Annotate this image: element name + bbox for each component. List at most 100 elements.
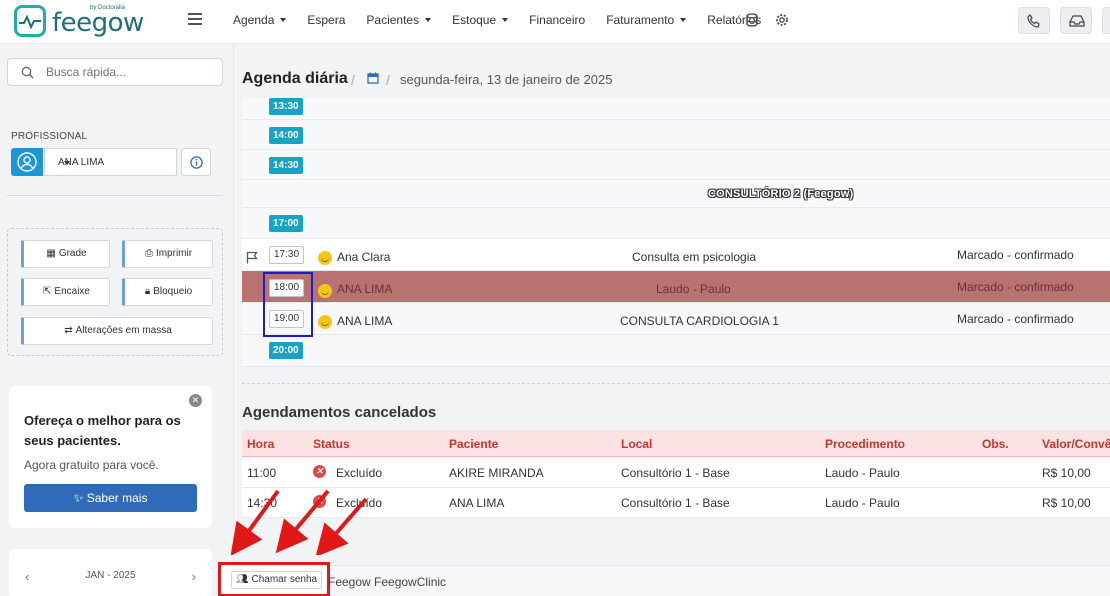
patient-name[interactable]: ANA LIMA — [337, 282, 392, 296]
chevron-down-icon — [64, 161, 70, 165]
time-slot-badge[interactable]: 20:00 — [269, 342, 303, 359]
slot-row[interactable]: 14:00 — [242, 120, 1110, 150]
annotation-arrows — [230, 489, 368, 555]
x-circle-icon: ✕ — [313, 465, 326, 478]
inbox-button[interactable] — [1060, 7, 1092, 34]
procedure-name: Consulta em psicologia — [632, 250, 757, 264]
chevron-down-icon — [680, 18, 687, 22]
saber-mais-button[interactable]: ✨︎ Saber mais — [24, 484, 197, 512]
chevron-down-icon — [425, 18, 432, 22]
search-icon — [21, 66, 34, 79]
cell-paciente[interactable]: ANA LIMA — [449, 496, 504, 510]
slot-row[interactable]: 13:30 — [242, 98, 1110, 120]
patient-name[interactable]: ANA LIMA — [337, 314, 392, 328]
time-slot-badge[interactable]: 13:30 — [269, 98, 303, 115]
annotation-red-box: 👥︎ Chamar senha — [218, 562, 330, 596]
section-divider — [242, 383, 1110, 384]
sidebar-divider — [7, 195, 223, 196]
profissional-label: PROFISSIONAL — [11, 131, 88, 142]
cancelled-title: Agendamentos cancelados — [242, 404, 437, 421]
magic-wand-icon: ✨︎ — [73, 491, 87, 505]
top-navbar: by Doctoralia feegow Agenda Espera Pacie… — [0, 0, 1110, 44]
consultorio-row — [242, 180, 1110, 208]
grade-button[interactable]: ▦ Grade — [21, 240, 110, 268]
promo-title: Ofereça o melhor para os seus pacientes. — [24, 413, 181, 448]
agenda-grid: 13:30 14:00 14:30 17:00 17:30 Ana Clara … — [242, 98, 1110, 384]
cell-paciente[interactable]: AKIRE MIRANDA — [449, 466, 544, 480]
nav-estoque[interactable]: Estoque — [452, 13, 509, 27]
swap-icon: ⇄ — [64, 325, 73, 336]
quick-search[interactable] — [7, 58, 223, 86]
appointment-row[interactable]: 17:30 Ana Clara Consulta em psicologia M… — [242, 239, 1110, 271]
column-header: Procedimento — [825, 437, 906, 451]
smiley-icon — [318, 315, 332, 329]
cell-local: Consultório 1 - Base — [621, 496, 730, 510]
encaixe-button[interactable]: ⇱ Encaixe — [21, 278, 110, 306]
mini-calendar: ‹ JAN - 2025 › — [9, 549, 212, 596]
logo-text: feegow — [52, 8, 144, 38]
calendar-month: JAN - 2025 — [85, 570, 136, 581]
cell-procedimento: Laudo - Paulo — [825, 466, 900, 480]
imprimir-button[interactable]: ⎙ Imprimir — [122, 240, 213, 268]
column-header: Obs. — [982, 437, 1009, 451]
annotation-highlight-box — [263, 272, 313, 337]
flag-icon[interactable] — [246, 251, 258, 264]
consultorio-label: CONSULTÓRIO 2 (Feegow) — [708, 188, 854, 200]
chamar-senha-button[interactable]: 👥︎ Chamar senha — [231, 571, 323, 589]
appointment-row[interactable]: 19:00 ANA LIMA CONSULTA CARDIOLOGIA 1 Ma… — [242, 303, 1110, 335]
nav-faturamento[interactable]: Faturamento — [606, 13, 687, 27]
slot-row[interactable]: 14:30 — [242, 150, 1110, 180]
slot-row[interactable]: 17:00 — [242, 208, 1110, 239]
inbox-icon — [1069, 15, 1085, 27]
cell-local: Consultório 1 - Base — [621, 466, 730, 480]
column-header: Status — [313, 437, 350, 451]
breadcrumb-separator: / — [351, 72, 355, 88]
calendar-grid-icon: ▦ — [46, 248, 56, 259]
page-title: Agenda diária — [242, 70, 348, 87]
appointment-status: Marcado - confirmado — [957, 280, 1074, 294]
external-link-icon: ⇱ — [43, 286, 52, 297]
breadcrumb-separator: / — [386, 72, 390, 88]
gear-icon[interactable] — [775, 13, 789, 27]
appointment-row[interactable]: 18:00 ANA LIMA Laudo - Paulo Marcado - c… — [242, 271, 1110, 303]
time-slot-badge[interactable]: 17:00 — [269, 215, 303, 232]
nav-pacientes[interactable]: Pacientes — [366, 13, 432, 27]
chevron-down-icon — [502, 18, 509, 22]
column-header: Valor/Convê — [1042, 437, 1110, 451]
search-input[interactable] — [46, 64, 216, 80]
hamburger-menu-icon[interactable] — [188, 13, 202, 25]
cell-procedimento: Laudo - Paulo — [825, 496, 900, 510]
cell-valor: R$ 10,00 — [1042, 466, 1091, 480]
nav-agenda[interactable]: Agenda — [233, 13, 287, 27]
cell-status: Excluído — [336, 466, 383, 480]
patient-name[interactable]: Ana Clara — [337, 250, 390, 264]
alteracoes-em-massa-button[interactable]: ⇄ Alterações em massa — [21, 317, 213, 345]
column-header: Paciente — [449, 437, 499, 451]
appointment-time[interactable]: 17:30 — [269, 246, 305, 264]
close-icon[interactable]: ✕ — [189, 394, 202, 407]
feegow-logo[interactable]: by Doctoralia feegow — [14, 5, 144, 39]
time-slot-badge[interactable]: 14:30 — [269, 157, 303, 174]
calendar-icon[interactable] — [367, 72, 379, 84]
chevron-right-icon[interactable]: › — [192, 569, 196, 584]
phone-button[interactable] — [1018, 7, 1050, 34]
profissional-select[interactable]: ANA LIMA — [44, 148, 177, 176]
more-button[interactable] — [1102, 7, 1110, 34]
logo-mark-icon — [14, 5, 46, 37]
cell-hora: 11:00 — [247, 466, 277, 480]
smiley-icon — [318, 251, 332, 265]
footer-bar: 👥︎ Chamar senha Feegow FeegowClinic — [218, 562, 1110, 596]
main-nav: Agenda Espera Pacientes Estoque Financei… — [233, 13, 782, 27]
bloqueio-button[interactable]: 🔒︎ Bloqueio — [122, 278, 213, 306]
smiley-icon — [318, 284, 332, 298]
cell-valor: R$ 10,00 — [1042, 496, 1091, 510]
time-slot-badge[interactable]: 14:00 — [269, 127, 303, 144]
slot-row[interactable]: 20:00 — [242, 335, 1110, 367]
table-header: Hora Status Paciente Local Procedimento … — [242, 430, 1110, 457]
nav-financeiro[interactable]: Financeiro — [529, 13, 585, 27]
profissional-info-button[interactable] — [181, 148, 211, 176]
table-row[interactable]: 11:00 ✕ Excluído AKIRE MIRANDA Consultór… — [242, 458, 1110, 488]
database-icon[interactable] — [745, 13, 759, 27]
nav-espera[interactable]: Espera — [307, 13, 345, 27]
column-header: Hora — [247, 437, 275, 451]
